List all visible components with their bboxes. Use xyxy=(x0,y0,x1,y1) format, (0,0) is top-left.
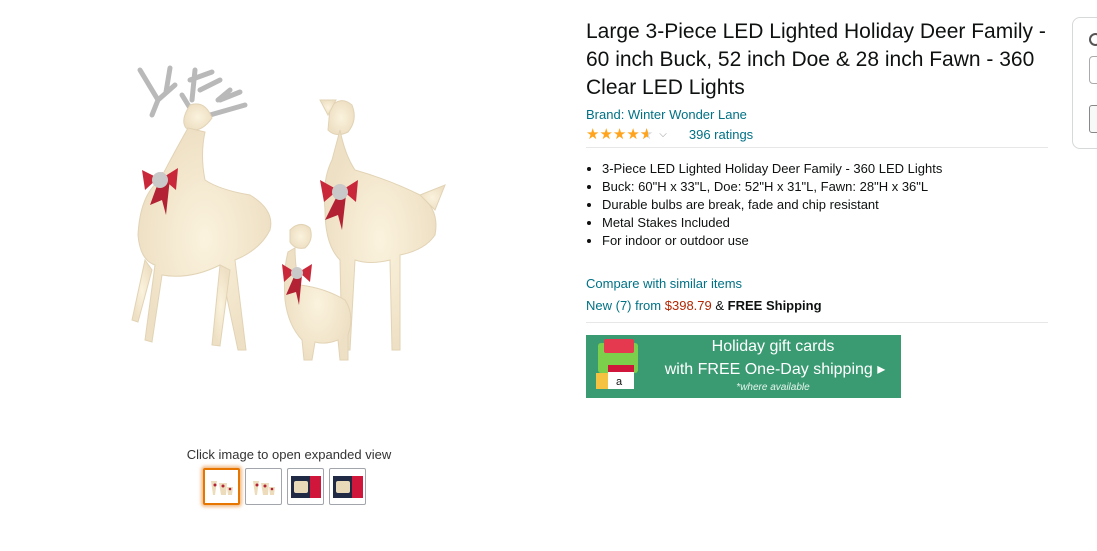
product-box-thumbnail-icon xyxy=(290,475,321,498)
ratings-count-link[interactable]: 396 ratings xyxy=(689,127,753,142)
image-block: Click image to open expanded view xyxy=(0,0,575,551)
deer-family-thumbnail-icon xyxy=(210,480,233,495)
bullet-item: Metal Stakes Included xyxy=(602,214,1048,232)
half-star-icon: ★ ★ xyxy=(639,125,654,143)
banner-subheadline: with FREE One-Day shipping ▸ xyxy=(664,361,886,378)
gift-card-icon: a xyxy=(596,339,638,389)
free-shipping-label: FREE Shipping xyxy=(727,298,822,313)
offer-amp: & xyxy=(715,298,725,313)
banner-headline: Holiday gift cards xyxy=(711,338,835,355)
gift-card-banner[interactable]: a Holiday gift cards with FREE One-Day s… xyxy=(586,335,901,398)
thumbnail-strip xyxy=(203,468,366,505)
deer-family-image[interactable] xyxy=(100,60,480,390)
star-icon: ★ xyxy=(599,125,613,143)
buy-box-field[interactable] xyxy=(1089,56,1097,84)
product-details: Large 3-Piece LED Lighted Holiday Deer F… xyxy=(586,18,1048,323)
radio-button[interactable] xyxy=(1089,33,1097,46)
buck-figure xyxy=(131,65,272,351)
star-icon: ★ xyxy=(586,125,600,143)
divider xyxy=(586,147,1048,148)
bullet-item: 3-Piece LED Lighted Holiday Deer Family … xyxy=(602,160,1048,178)
offer-price: $398.79 xyxy=(664,298,712,313)
bullet-item: Buck: 60"H x 33"L, Doe: 52"H x 31"L, Faw… xyxy=(602,178,1048,196)
svg-text:a: a xyxy=(616,376,623,388)
thumbnail-2[interactable] xyxy=(245,468,282,505)
divider xyxy=(586,322,1048,323)
bullet-item: For indoor or outdoor use xyxy=(602,232,1048,250)
bullet-item: Durable bulbs are break, fade and chip r… xyxy=(602,196,1048,214)
chevron-down-icon[interactable]: ⌵ xyxy=(659,129,667,140)
brand-link[interactable]: Brand: Winter Wonder Lane xyxy=(586,107,1048,122)
buy-box-button[interactable] xyxy=(1089,105,1097,133)
compare-similar-link[interactable]: Compare with similar items xyxy=(586,276,1048,291)
thumbnail-3[interactable] xyxy=(287,468,324,505)
feature-bullets: 3-Piece LED Lighted Holiday Deer Family … xyxy=(586,160,1048,250)
banner-note: *where available xyxy=(736,382,810,393)
product-box-thumbnail-icon xyxy=(332,475,363,498)
expand-hint: Click image to open expanded view xyxy=(186,447,392,462)
star-rating[interactable]: ★ ★ ★ ★ ★ ★ xyxy=(586,127,653,142)
new-offers-link[interactable]: New (7) from xyxy=(586,298,661,313)
offer-line: New (7) from $398.79 & FREE Shipping xyxy=(586,298,1048,313)
star-icon: ★ xyxy=(626,125,640,143)
deer-family-thumbnail-icon xyxy=(252,480,275,495)
rating-row: ★ ★ ★ ★ ★ ★ ⌵ 396 ratings xyxy=(586,124,1048,144)
thumbnail-1[interactable] xyxy=(203,468,240,505)
product-title: Large 3-Piece LED Lighted Holiday Deer F… xyxy=(586,20,1046,99)
star-icon: ★ xyxy=(612,125,627,143)
buy-box xyxy=(1072,17,1097,149)
thumbnail-4[interactable] xyxy=(329,468,366,505)
